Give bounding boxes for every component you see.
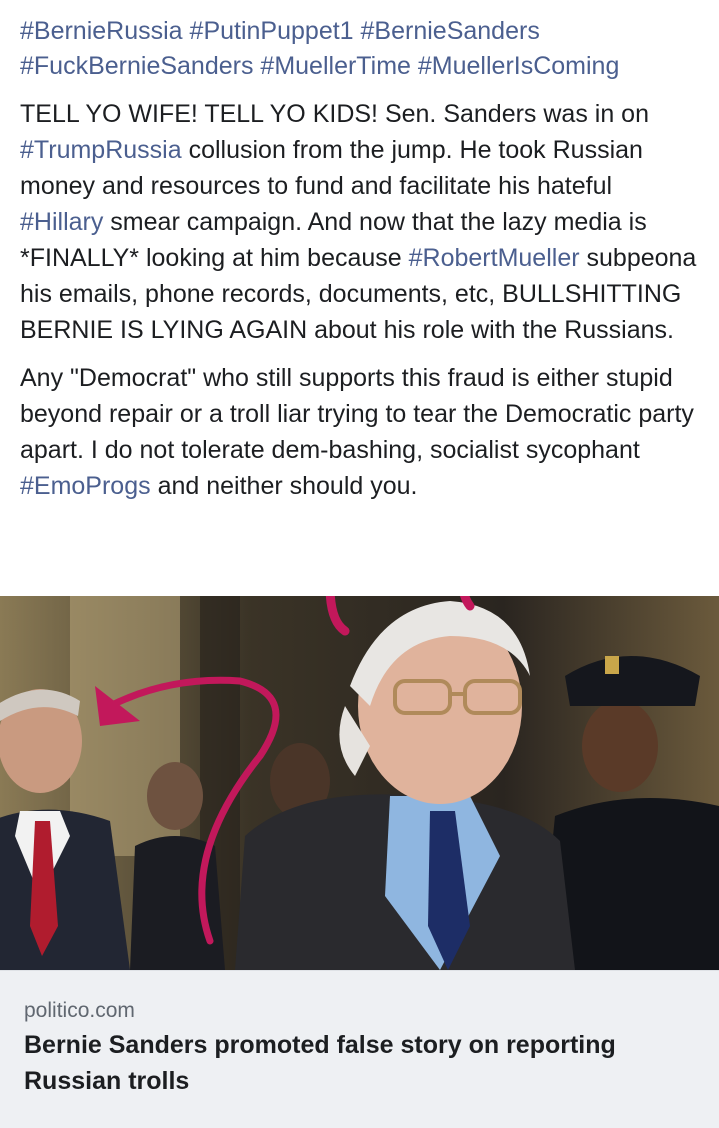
hashtag-link[interactable]: #BernieSanders [361,17,540,45]
hashtag-link[interactable]: #PutinPuppet1 [190,17,354,45]
hashtag-link[interactable]: #MuellerTime [260,52,411,80]
hashtag-list: #BernieRussia #PutinPuppet1 #BernieSande… [20,14,699,84]
post-paragraph-1: TELL YO WIFE! TELL YO KIDS! Sen. Sanders… [20,96,699,348]
hashtag-link[interactable]: #TrumpRussia [20,136,182,164]
hashtag-link[interactable]: #Hillary [20,208,103,236]
post-text: #BernieRussia #PutinPuppet1 #BernieSande… [0,0,719,504]
hashtag-link[interactable]: #MuellerIsComing [418,52,619,80]
hashtag-link[interactable]: #EmoProgs [20,472,151,500]
photo-illustration [0,596,719,970]
paragraph-text: Any "Democrat" who still supports this f… [20,364,694,464]
hashtag-link[interactable]: #BernieRussia [20,17,183,45]
link-domain: politico.com [24,999,135,1022]
link-headline[interactable]: Bernie Sanders promoted false story on r… [24,1027,684,1099]
post-image[interactable] [0,596,719,970]
hashtag-link[interactable]: #FuckBernieSanders [20,52,253,80]
paragraph-text: and neither should you. [150,472,418,500]
social-post: #BernieRussia #PutinPuppet1 #BernieSande… [0,0,719,1128]
hashtag-link[interactable]: #RobertMueller [409,244,580,272]
link-preview-card[interactable]: politico.com Bernie Sanders promoted fal… [0,970,719,1128]
post-paragraph-2: Any "Democrat" who still supports this f… [20,360,699,504]
paragraph-text: TELL YO WIFE! TELL YO KIDS! Sen. Sanders… [20,100,649,128]
